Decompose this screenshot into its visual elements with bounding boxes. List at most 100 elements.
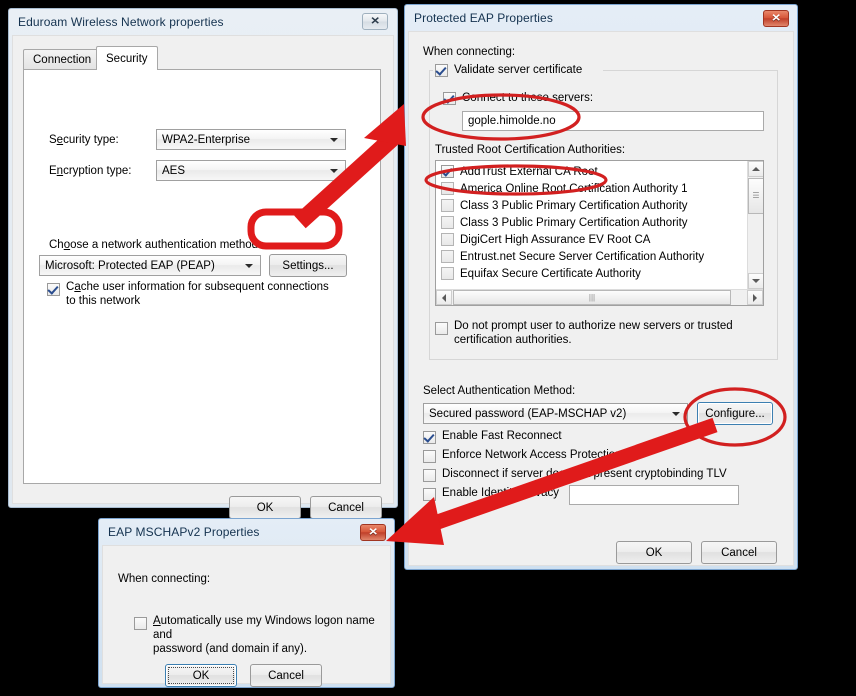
enable-fast-reconnect-checkbox[interactable] xyxy=(423,431,436,444)
enable-identity-privacy-checkbox[interactable] xyxy=(423,488,436,501)
enforce-nap-label: Enforce Network Access Protection xyxy=(442,449,622,461)
trusted-roots-horizontal-scrollbar[interactable]: ||| xyxy=(436,289,763,305)
tab-security[interactable]: Security xyxy=(96,46,158,70)
enable-fast-reconnect-label: Enable Fast Reconnect xyxy=(442,430,562,442)
trusted-roots-label: Trusted Root Certification Authorities: xyxy=(435,144,626,156)
encryption-type-combo[interactable]: AES xyxy=(156,160,346,181)
cache-user-information-label: Cache user information for subsequent co… xyxy=(66,281,329,307)
settings-button[interactable]: Settings... xyxy=(269,254,347,277)
auth-method-label: Choose a network authentication method: xyxy=(49,239,262,251)
triangle-up-icon xyxy=(752,167,760,171)
configure-button-label: Configure... xyxy=(705,407,765,420)
vertical-scroll-thumb[interactable]: ☰ xyxy=(748,178,763,214)
when-connecting-label: When connecting: xyxy=(423,46,516,58)
connect-to-servers-label: Connect to these servers: xyxy=(462,92,594,104)
chevron-down-icon xyxy=(330,137,338,142)
list-item[interactable]: DigiCert High Assurance EV Root CA xyxy=(436,231,746,248)
network-properties-window[interactable]: Eduroam Wireless Network properties ✕ Co… xyxy=(8,8,398,519)
horizontal-scroll-thumb[interactable]: ||| xyxy=(453,290,731,305)
protected-eap-client: When connecting: Validate server certifi… xyxy=(408,31,794,566)
trusted-roots-rows: AddTrust External CA Root America Online… xyxy=(436,163,746,282)
chevron-down-icon xyxy=(330,168,338,173)
chevron-down-icon xyxy=(245,263,253,268)
list-item-label: DigiCert High Assurance EV Root CA xyxy=(460,233,651,246)
protected-eap-titlebar[interactable]: Protected EAP Properties xyxy=(405,5,797,31)
grip-icon: ||| xyxy=(588,292,596,302)
network-properties-titlebar[interactable]: Eduroam Wireless Network properties xyxy=(9,9,397,35)
protected-eap-title: Protected EAP Properties xyxy=(414,11,553,25)
settings-button-label: Settings... xyxy=(282,259,334,272)
close-icon[interactable]: ✕ xyxy=(362,13,388,30)
scroll-left-button[interactable] xyxy=(436,290,452,305)
tabstrip: Connection Security xyxy=(23,46,381,70)
connect-to-servers-checkbox[interactable] xyxy=(443,92,456,105)
list-item-label: Entrust.net Secure Server Certification … xyxy=(460,250,705,263)
scroll-up-button[interactable] xyxy=(748,161,763,177)
list-item-checkbox[interactable] xyxy=(441,216,454,229)
mschap-ok-button[interactable]: OK xyxy=(165,664,237,687)
trusted-roots-vertical-scrollbar[interactable]: ☰ xyxy=(747,161,763,289)
configure-button[interactable]: Configure... xyxy=(697,402,773,425)
close-icon[interactable]: ✕ xyxy=(360,524,386,541)
validate-server-certificate-label: Validate server certificate xyxy=(454,64,583,76)
auth-method-combo[interactable]: Microsoft: Protected EAP (PEAP) xyxy=(39,255,261,276)
peap-ok-button[interactable]: OK xyxy=(616,541,692,564)
security-type-label: Security type: xyxy=(49,134,119,146)
auto-logon-label: Automatically use my Windows logon name … xyxy=(153,615,375,655)
chevron-down-icon xyxy=(672,411,680,416)
list-item-label: Class 3 Public Primary Certification Aut… xyxy=(460,199,688,212)
list-item[interactable]: Equifax Secure Certificate Authority xyxy=(436,265,746,282)
peap-cancel-button[interactable]: Cancel xyxy=(701,541,777,564)
list-item[interactable]: Class 3 Public Primary Certification Aut… xyxy=(436,197,746,214)
validate-server-certificate-checkbox[interactable] xyxy=(435,64,448,77)
list-item-checkbox[interactable] xyxy=(441,267,454,280)
do-not-prompt-label: Do not prompt user to authorize new serv… xyxy=(454,320,733,346)
network-cancel-button[interactable]: Cancel xyxy=(310,496,382,519)
list-item-label: Equifax Secure Certificate Authority xyxy=(460,267,641,280)
enforce-nap-checkbox[interactable] xyxy=(423,450,436,463)
list-item-label: AddTrust External CA Root xyxy=(460,165,598,178)
list-item-checkbox[interactable] xyxy=(441,250,454,263)
cache-user-information-checkbox[interactable] xyxy=(47,283,60,296)
trusted-roots-listbox[interactable]: AddTrust External CA Root America Online… xyxy=(435,160,764,306)
eap-mschapv2-title: EAP MSCHAPv2 Properties xyxy=(108,525,260,539)
identity-privacy-input[interactable] xyxy=(569,485,739,505)
list-item[interactable]: Entrust.net Secure Server Certification … xyxy=(436,248,746,265)
scroll-right-button[interactable] xyxy=(747,290,763,305)
list-item-label: America Online Root Certification Author… xyxy=(460,182,688,195)
triangle-left-icon xyxy=(442,293,446,302)
triangle-right-icon xyxy=(753,293,757,302)
triangle-down-icon xyxy=(752,279,760,283)
eap-mschapv2-client: When connecting: Automatically use my Wi… xyxy=(102,545,391,687)
network-properties-client: Connection Security Security type: WPA2-… xyxy=(12,35,394,519)
network-properties-title: Eduroam Wireless Network properties xyxy=(18,15,224,29)
select-auth-method-combo[interactable]: Secured password (EAP-MSCHAP v2) xyxy=(423,403,688,424)
list-item-checkbox[interactable] xyxy=(441,182,454,195)
close-icon[interactable]: ✕ xyxy=(763,10,789,27)
select-auth-method-label: Select Authentication Method: xyxy=(423,385,576,397)
list-item-checkbox[interactable] xyxy=(441,233,454,246)
protected-eap-properties-window[interactable]: Protected EAP Properties ✕ When connecti… xyxy=(404,4,798,570)
focus-ring xyxy=(168,667,234,684)
list-item-checkbox[interactable] xyxy=(441,165,454,178)
network-ok-button[interactable]: OK xyxy=(229,496,301,519)
do-not-prompt-checkbox[interactable] xyxy=(435,322,448,335)
disconnect-cryptobinding-checkbox[interactable] xyxy=(423,469,436,482)
list-item-checkbox[interactable] xyxy=(441,199,454,212)
security-type-combo[interactable]: WPA2-Enterprise xyxy=(156,129,346,150)
security-tab-panel: Security type: WPA2-Enterprise Encryptio… xyxy=(23,69,381,484)
enable-identity-privacy-label: Enable Identity Privacy xyxy=(442,487,559,499)
list-item-label: Class 3 Public Primary Certification Aut… xyxy=(460,216,688,229)
server-names-input[interactable]: gople.himolde.no xyxy=(462,111,764,131)
auto-logon-checkbox[interactable] xyxy=(134,617,147,630)
mschap-cancel-button[interactable]: Cancel xyxy=(250,664,322,687)
list-item[interactable]: AddTrust External CA Root xyxy=(436,163,746,180)
scroll-down-button[interactable] xyxy=(748,273,763,289)
mschap-when-connecting-label: When connecting: xyxy=(118,573,211,585)
eap-mschapv2-titlebar[interactable]: EAP MSCHAPv2 Properties xyxy=(99,519,394,545)
tab-connection[interactable]: Connection xyxy=(23,49,102,70)
list-item[interactable]: Class 3 Public Primary Certification Aut… xyxy=(436,214,746,231)
eap-mschapv2-window[interactable]: EAP MSCHAPv2 Properties ✕ When connectin… xyxy=(98,518,395,688)
grip-icon: ☰ xyxy=(752,191,760,200)
list-item[interactable]: America Online Root Certification Author… xyxy=(436,180,746,197)
